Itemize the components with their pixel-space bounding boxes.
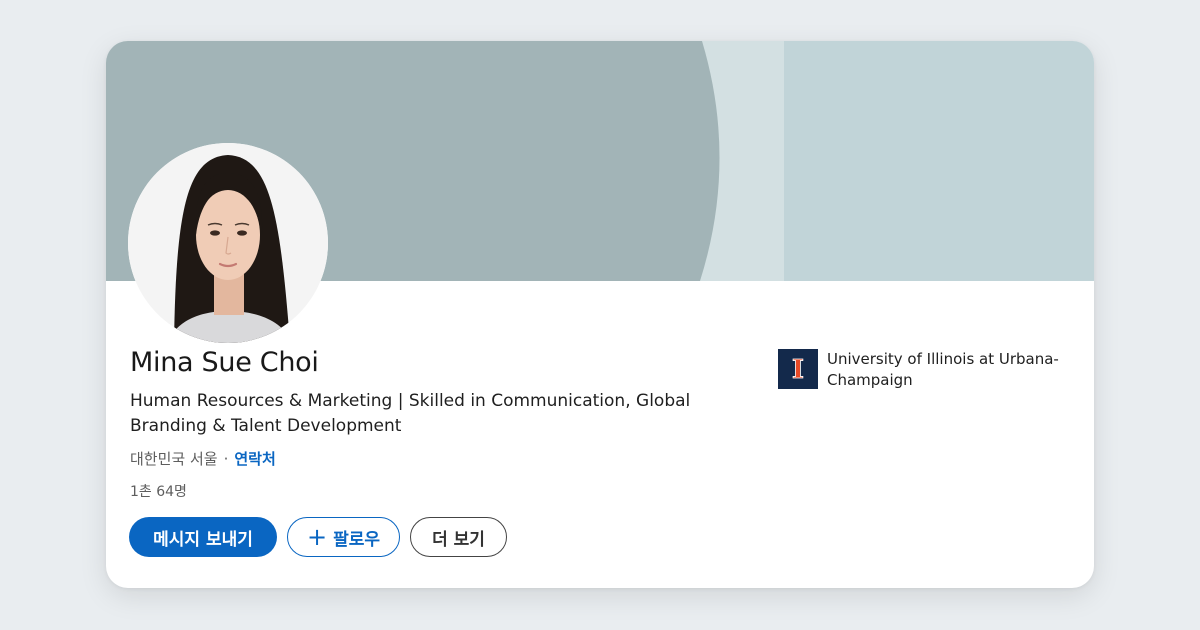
message-button-label: 메시지 보내기	[153, 529, 253, 550]
location-text: 대한민국 서울	[130, 450, 218, 468]
more-button[interactable]: 더 보기	[410, 517, 507, 557]
education-entry[interactable]: I University of Illinois at Urbana-Champ…	[778, 349, 1067, 391]
profile-card: Mina Sue Choi Human Resources & Marketin…	[106, 41, 1094, 588]
profile-location-line: 대한민국 서울 · 연락처	[130, 448, 276, 469]
school-name: University of Illinois at Urbana-Champai…	[827, 350, 1059, 389]
location-separator: ·	[223, 450, 229, 468]
profile-name: Mina Sue Choi	[130, 347, 319, 378]
message-button[interactable]: 메시지 보내기	[129, 517, 277, 557]
connections-count: 1촌 64명	[130, 484, 187, 500]
plus-icon: +	[306, 523, 328, 551]
profile-headline: Human Resources & Marketing | Skilled in…	[130, 391, 691, 436]
illinois-logo-letter: I	[792, 355, 804, 385]
more-button-label: 더 보기	[432, 529, 485, 550]
follow-button[interactable]: + 팔로우	[287, 517, 400, 557]
profile-avatar[interactable]	[128, 143, 328, 343]
contact-info-link[interactable]: 연락처	[234, 450, 275, 468]
illinois-block-i-icon: I	[778, 349, 818, 389]
follow-button-label: 팔로우	[333, 529, 381, 550]
